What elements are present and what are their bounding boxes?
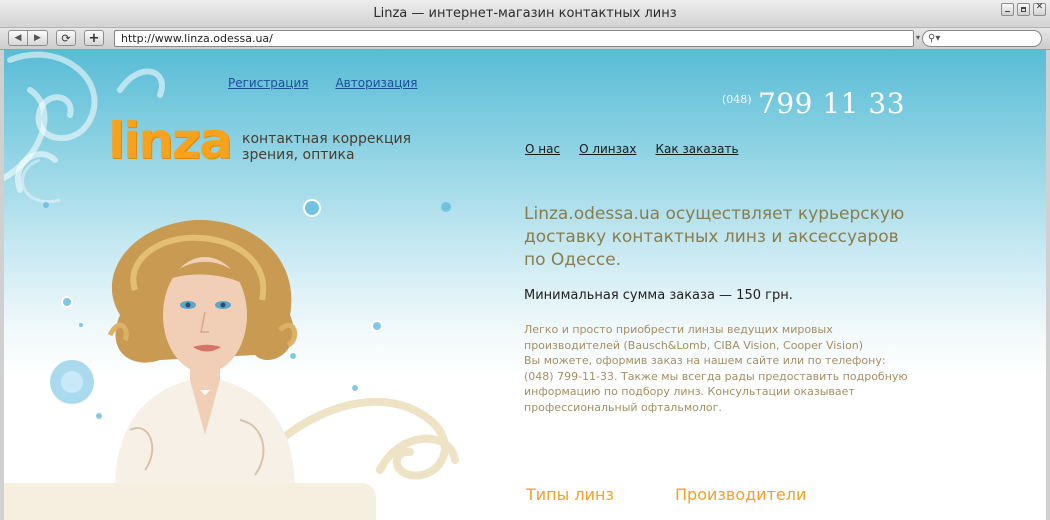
minimum-order-text: Минимальная сумма заказа — 150 грн. <box>524 288 793 303</box>
window-titlebar: Linza — интернет-магазин контактных линз <box>0 0 1050 28</box>
close-button[interactable] <box>1033 2 1046 16</box>
description-line: Легко и просто приобрести линзы ведущих … <box>524 323 833 336</box>
reload-button[interactable]: ⟳ <box>56 30 76 46</box>
new-tab-button[interactable]: + <box>84 30 104 46</box>
window-frame-left <box>0 50 4 520</box>
description: Легко и просто приобрести линзы ведущих … <box>524 322 944 415</box>
description-line: Вы можете, оформив заказ на нашем сайте … <box>524 354 886 367</box>
maximize-button[interactable] <box>1017 3 1030 16</box>
tagline-line-2: зрения, оптика <box>242 147 355 163</box>
nav-about[interactable]: О нас <box>525 142 560 156</box>
magnifier-icon: ⚲▾ <box>928 33 941 44</box>
web-page: Регистрация Авторизация (048) 799 11 33 … <box>0 50 1050 520</box>
register-link[interactable]: Регистрация <box>228 76 308 90</box>
nav-about-lenses[interactable]: О линзах <box>579 142 636 156</box>
plus-icon: + <box>88 30 100 46</box>
nav-how-to-order[interactable]: Как заказать <box>655 142 738 156</box>
address-bar[interactable]: http://www.linza.odessa.ua/ <box>114 30 914 47</box>
phone-main: 799 11 33 <box>758 87 906 120</box>
manufacturers-heading: Производители <box>675 485 807 504</box>
forward-button[interactable]: ▶ <box>28 30 48 46</box>
address-dropdown-icon[interactable]: ▾ <box>916 33 920 42</box>
minimize-button[interactable] <box>1001 3 1014 16</box>
headline-line: по Одессе. <box>524 250 622 270</box>
search-field[interactable]: ⚲▾ <box>922 30 1042 47</box>
back-arrow-icon: ◀ <box>14 33 22 43</box>
window-controls <box>1001 2 1046 16</box>
history-buttons: ◀ ▶ <box>8 30 48 46</box>
woman-portrait-image <box>107 220 298 490</box>
window-title: Linza — интернет-магазин контактных линз <box>373 6 677 21</box>
phone-code: (048) <box>722 93 752 106</box>
login-link[interactable]: Авторизация <box>335 76 417 90</box>
news-panel <box>4 483 376 520</box>
description-line: информацию по подбору линз. Консультации… <box>524 385 855 398</box>
main-navigation: О нас О линзах Как заказать <box>525 142 739 156</box>
lens-types-heading: Типы линз <box>526 485 614 504</box>
headline: Linza.odessa.ua осуществляет курьерскую … <box>524 203 934 272</box>
reload-icon: ⟳ <box>61 31 71 45</box>
tagline-line-1: контактная коррекция <box>242 131 412 147</box>
browser-toolbar: ◀ ▶ ⟳ + http://www.linza.odessa.ua/ ▾ ⚲▾ <box>0 28 1050 50</box>
logo-tagline: контактная коррекция зрения, оптика <box>242 131 442 163</box>
account-links: Регистрация Авторизация <box>228 76 417 90</box>
description-line: производителей (Bausch&Lomb, CIBA Vision… <box>524 338 864 352</box>
description-line: (048) 799-11-33. Также мы всегда рады пр… <box>524 369 908 383</box>
headline-line: Linza.odessa.ua осуществляет курьерскую <box>524 204 905 224</box>
site-logo[interactable]: linza <box>108 112 233 170</box>
description-line: профессиональный офтальмолог. <box>524 400 722 414</box>
back-button[interactable]: ◀ <box>8 30 28 46</box>
forward-arrow-icon: ▶ <box>34 33 41 43</box>
window-frame-right <box>1046 50 1050 520</box>
headline-line: доставку контактных линз и аксессуаров <box>524 227 899 247</box>
